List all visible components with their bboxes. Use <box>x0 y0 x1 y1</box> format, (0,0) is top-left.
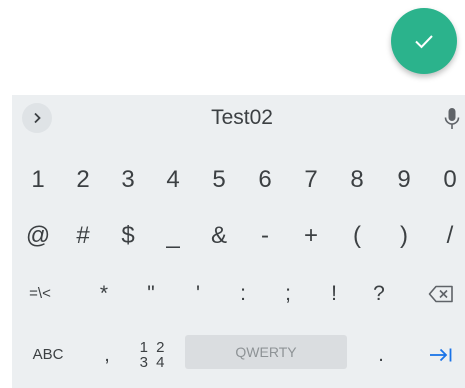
key-asterisk[interactable]: * <box>84 266 124 322</box>
key-double-quote[interactable]: " <box>131 266 171 322</box>
check-icon <box>415 35 433 49</box>
backspace-key[interactable] <box>420 266 462 322</box>
key-hash[interactable]: # <box>63 208 103 264</box>
key-row-more-symbols: =\< * " ' : ; ! ? <box>12 266 465 322</box>
key-1[interactable]: 1 <box>18 152 58 208</box>
key-7[interactable]: 7 <box>291 152 331 208</box>
abc-key[interactable]: ABC <box>20 327 76 383</box>
key-plus[interactable]: + <box>291 208 331 264</box>
suggestion-bar: Test02 <box>12 95 465 141</box>
key-row-bottom: ABC , 1 2 3 4 QWERTY . <box>12 327 465 383</box>
key-exclamation[interactable]: ! <box>314 266 354 322</box>
numpad-key-top: 1 2 <box>139 339 167 356</box>
key-0[interactable]: 0 <box>430 152 465 208</box>
key-underscore[interactable]: _ <box>153 208 193 264</box>
key-period[interactable]: . <box>361 327 401 383</box>
space-bar[interactable]: QWERTY <box>185 335 347 369</box>
expand-toolbar-button[interactable] <box>22 103 52 133</box>
key-comma[interactable]: , <box>87 327 127 383</box>
chevron-right-icon <box>34 112 41 124</box>
key-semicolon[interactable]: ; <box>268 266 308 322</box>
key-4[interactable]: 4 <box>153 152 193 208</box>
confirm-fab[interactable] <box>391 8 457 74</box>
key-at[interactable]: @ <box>18 208 58 264</box>
voice-input-button[interactable] <box>442 106 462 132</box>
tab-next-icon <box>430 348 452 362</box>
key-8[interactable]: 8 <box>337 152 377 208</box>
keyboard: Test02 1 2 3 4 5 6 7 8 9 0 @ # $ _ & - +… <box>12 95 465 388</box>
key-slash[interactable]: / <box>430 208 465 264</box>
key-9[interactable]: 9 <box>384 152 424 208</box>
key-colon[interactable]: : <box>223 266 263 322</box>
numpad-key[interactable]: 1 2 3 4 <box>133 327 173 383</box>
numpad-key-bottom: 3 4 <box>139 354 167 371</box>
key-5[interactable]: 5 <box>199 152 239 208</box>
key-minus[interactable]: - <box>245 208 285 264</box>
key-single-quote[interactable]: ' <box>178 266 218 322</box>
next-field-key[interactable] <box>420 327 462 383</box>
backspace-icon <box>428 285 453 303</box>
suggestion-chip[interactable]: Test02 <box>152 95 332 141</box>
key-row-symbols: @ # $ _ & - + ( ) / <box>12 208 465 264</box>
key-dollar[interactable]: $ <box>108 208 148 264</box>
key-6[interactable]: 6 <box>245 152 285 208</box>
more-symbols-key[interactable]: =\< <box>18 266 62 322</box>
key-row-digits: 1 2 3 4 5 6 7 8 9 0 <box>12 152 465 208</box>
key-question[interactable]: ? <box>359 266 399 322</box>
key-paren-close[interactable]: ) <box>384 208 424 264</box>
microphone-icon <box>444 108 460 129</box>
key-2[interactable]: 2 <box>63 152 103 208</box>
key-ampersand[interactable]: & <box>199 208 239 264</box>
key-3[interactable]: 3 <box>108 152 148 208</box>
key-paren-open[interactable]: ( <box>337 208 377 264</box>
